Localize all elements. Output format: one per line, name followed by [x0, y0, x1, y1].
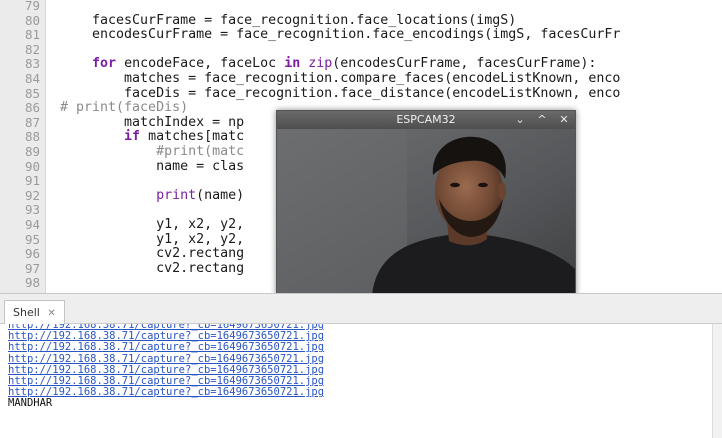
shell-scrollbar[interactable]	[712, 324, 722, 438]
espcam32-window[interactable]: ESPCAM32 ⌄ ^ ✕	[276, 110, 576, 296]
line-number: 89	[24, 144, 40, 159]
line-number: 96	[24, 246, 40, 262]
line-number: 85	[24, 85, 40, 101]
line-number: 81	[24, 27, 40, 43]
camera-feed-image	[277, 129, 575, 295]
line-number: 97	[24, 260, 40, 276]
line-number: 84	[24, 71, 40, 86]
code-text[interactable]: #print(matc	[60, 144, 244, 159]
line-number: 90	[24, 158, 40, 174]
shell-output[interactable]: http://192.168.38.71/capture?_cb=1649673…	[0, 324, 722, 438]
code-text[interactable]: matchIndex = np	[60, 115, 244, 130]
code-text[interactable]: cv2.rectang	[60, 261, 244, 276]
line-number: 98	[24, 275, 40, 291]
code-text[interactable]: name = clas	[60, 159, 244, 174]
line-number: 82	[24, 41, 40, 57]
code-text[interactable]: # print(faceDis)	[60, 100, 188, 115]
tab-shell-label: Shell	[13, 306, 40, 319]
line-number: 92	[24, 187, 40, 203]
line-number: 79	[24, 0, 40, 13]
line-number: 86	[24, 100, 40, 116]
code-text[interactable]: for encodeFace, faceLoc in zip(encodesCu…	[60, 56, 596, 71]
window-controls: ⌄ ^ ✕	[515, 111, 569, 129]
line-number: 94	[24, 217, 40, 232]
code-text[interactable]: print(name)	[60, 188, 244, 203]
code-text[interactable]: y1, x2, y2,	[60, 217, 244, 232]
window-title: ESPCAM32	[396, 113, 456, 126]
line-number: 83	[24, 56, 40, 72]
maximize-icon[interactable]: ^	[537, 111, 547, 129]
line-number: 95	[24, 231, 40, 247]
shell-output-text: MANDHAR	[8, 397, 53, 410]
line-number: 93	[24, 202, 40, 218]
line-number: 87	[24, 114, 40, 130]
tab-shell[interactable]: Shell ✕	[4, 300, 65, 324]
line-number: 88	[24, 129, 40, 145]
tab-close-icon[interactable]: ✕	[47, 308, 55, 319]
camera-frame	[277, 129, 575, 295]
code-text[interactable]: encodesCurFrame = face_recognition.face_…	[60, 27, 620, 42]
window-titlebar[interactable]: ESPCAM32 ⌄ ^ ✕	[277, 111, 575, 129]
shell-url-link[interactable]: http://192.168.38.71/capture?_cb=1649673…	[8, 387, 324, 398]
shell-tabbar: Shell ✕	[0, 294, 722, 324]
shell-url-link[interactable]: http://192.168.38.71/capture?_cb=1649673…	[8, 342, 324, 353]
close-icon[interactable]: ✕	[559, 111, 569, 129]
minimize-icon[interactable]: ⌄	[515, 111, 525, 129]
shell-panel: Shell ✕ http://192.168.38.71/capture?_cb…	[0, 293, 722, 438]
shell-url-link[interactable]: http://192.168.38.71/capture?_cb=1649673…	[8, 353, 324, 365]
code-text[interactable]: faceDis = face_recognition.face_distance…	[60, 86, 620, 101]
line-number: 91	[24, 173, 40, 189]
code-text[interactable]: if matches[matc	[60, 129, 244, 144]
code-text[interactable]: facesCurFrame = face_recognition.face_lo…	[60, 13, 516, 28]
line-number: 80	[24, 12, 40, 28]
code-text[interactable]: matches = face_recognition.compare_faces…	[60, 71, 620, 86]
